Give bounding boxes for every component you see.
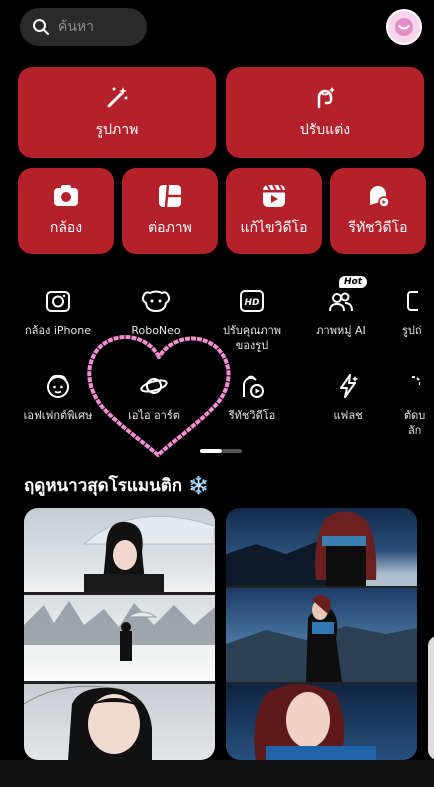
template-image [226,684,417,760]
iphone-camera-icon [46,291,70,312]
tool-video-retouch-label: รีทัชวิดีโอ [228,409,276,422]
camera-card-label: กล้อง [49,220,83,236]
camera-card[interactable]: กล้อง [18,168,114,254]
camera-icon [54,185,78,206]
photo-card-label: รูปภาพ [95,121,139,138]
group-photo-icon [329,292,353,312]
effect-face-icon [47,374,69,398]
profile-clock-icon [395,18,413,36]
video-edit-card[interactable]: แก้ไขวิดีโอ [226,168,322,254]
section-title-text: ฤดูหนาวสุดโรแมนติก [24,476,183,496]
tool-partial[interactable]: รูปถ่ [402,286,434,339]
template-image [24,595,215,681]
retouch-card[interactable]: ปรับแต่ง [226,67,424,158]
partial-icon [407,291,418,311]
flash-icon [340,374,358,398]
avatar[interactable] [386,9,422,45]
collage-card-label: ต่อภาพ [148,220,192,236]
collage-icon [159,184,181,208]
video-edit-card-label: แก้ไขวิดีโอ [240,220,308,236]
tool-cutout[interactable]: ตัดบ ลัก [404,371,434,439]
pager-dot [222,449,242,453]
template-image [24,508,215,592]
photo-card[interactable]: รูปภาพ [18,67,216,158]
roboneo-icon [141,290,171,313]
face-retouch-icon [317,86,335,108]
snowflake-icon: ❄️ [188,475,210,496]
svg-text:HD: HD [244,298,260,308]
template-card-partial[interactable] [428,636,434,760]
retouch-card-label: ปรับแต่ง [299,121,351,138]
video-retouch-card-label: รีทัชวิดีโอ [348,220,408,236]
template-card[interactable] [24,508,215,760]
tool-group-photo[interactable]: Hot ภาพหมู่ AI [291,276,391,339]
cutout-icon [411,376,420,386]
carousel-pager [200,449,242,453]
video-face-icon [242,375,264,398]
search-placeholder: ค้นหา [58,19,95,35]
section-title: ฤดูหนาวสุดโรแมนติก ❄️ [24,472,209,499]
hd-icon: HD [240,290,264,312]
template-image [24,684,215,760]
heart-doodle [87,335,231,457]
video-retouch-icon [370,186,390,208]
magic-wand-icon [107,86,128,107]
search-icon [33,19,49,35]
collage-card[interactable]: ต่อภาพ [122,168,218,254]
pager-dot-active [200,449,222,453]
tool-cutout-label: ตัดบ ลัก [404,409,426,437]
video-edit-icon [263,184,285,207]
hot-badge: Hot [339,276,368,288]
search-input[interactable]: ค้นหา [20,8,147,46]
bottom-bar [0,760,434,787]
tool-flash-label: แฟลช [333,409,363,422]
template-image [226,588,417,682]
tool-group-photo-label: ภาพหมู่ AI [316,324,366,337]
template-image [226,508,417,586]
tool-effects-label: เอฟเฟกต์พิเศษ [23,409,93,422]
tool-flash[interactable]: แฟลช [298,371,398,424]
tool-partial-label: รูปถ่ [402,324,422,337]
tool-iphone-camera-label: กล้อง iPhone [24,324,91,337]
template-card[interactable] [226,508,417,760]
video-retouch-card[interactable]: รีทัชวิดีโอ [330,168,426,254]
